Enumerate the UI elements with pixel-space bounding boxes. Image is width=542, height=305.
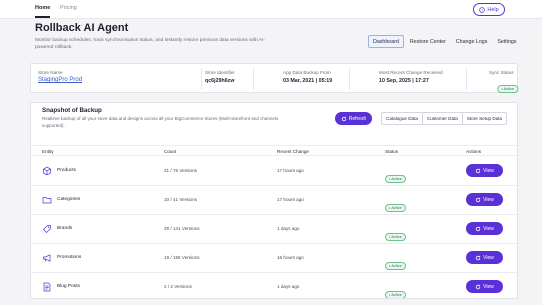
- status-dot-icon: •: [389, 206, 391, 210]
- snapshot-card: Snapshot of Backup Realtime backup of al…: [30, 102, 518, 299]
- table-row: Blog Posts 2 / 2 Versions 1 days ago • Ac…: [31, 273, 517, 298]
- store-identifier-label: Store Identifier: [205, 70, 235, 75]
- tab-settings[interactable]: Settings: [493, 35, 520, 48]
- divider: [201, 68, 202, 90]
- store-info-card: Store Name StagingPro Prod Store Identif…: [30, 63, 518, 93]
- refresh-icon: [475, 168, 481, 173]
- divider: [466, 68, 467, 90]
- store-name-label: Store Name: [38, 70, 63, 75]
- sync-status-label: Sync Status: [489, 70, 514, 75]
- sync-status-badge: • Active: [497, 77, 518, 95]
- recent-change-value: 10 Sep, 2025 | 17:27: [379, 78, 429, 84]
- megaphone-icon: [43, 254, 51, 262]
- status-dot-icon: •: [501, 87, 503, 91]
- status-badge: • Active: [385, 167, 406, 185]
- store-identifier-value: qc6j29h6zw: [205, 78, 235, 84]
- recent-change-label: Most Recent Change Received: [379, 70, 443, 75]
- snapshot-description: Realtime backup of all your store data a…: [42, 116, 279, 128]
- view-button[interactable]: View: [466, 280, 503, 293]
- version-count: 2 / 2 Versions: [164, 284, 192, 289]
- tab-dashboard[interactable]: Dashboard: [368, 35, 404, 48]
- view-button[interactable]: View: [466, 222, 503, 235]
- view-label: View: [483, 225, 494, 232]
- store-name-link[interactable]: StagingPro Prod: [38, 77, 82, 83]
- refresh-icon: [475, 284, 481, 289]
- refresh-button[interactable]: Refresh: [335, 112, 372, 125]
- column-actions: Actions: [466, 149, 482, 154]
- entity-name: Products: [57, 168, 76, 173]
- refresh-icon: [475, 226, 481, 231]
- view-button[interactable]: View: [466, 251, 503, 264]
- help-button[interactable]: ? Help: [473, 3, 505, 16]
- folder-icon: [42, 197, 52, 204]
- view-button[interactable]: View: [466, 164, 503, 177]
- recent-change: 17 hours ago: [277, 197, 304, 202]
- status-badge: • Active: [385, 283, 406, 298]
- view-label: View: [483, 254, 494, 261]
- nav-pricing-tab[interactable]: Pricing: [60, 5, 77, 11]
- top-nav: Home Pricing ? Help: [0, 0, 542, 19]
- table-row: Promotions 19 / 158 Versions 16 hours ag…: [31, 244, 517, 273]
- version-count: 29 / 141 Versions: [164, 226, 200, 231]
- table-row: Categories 10 / 41 Versions 17 hours ago…: [31, 186, 517, 215]
- help-label: Help: [487, 6, 499, 13]
- column-entity: Entity: [42, 149, 54, 154]
- table-row: Brands 29 / 141 Versions 1 days ago • Act…: [31, 215, 517, 244]
- tab-restore-center[interactable]: Restore Center: [406, 35, 450, 48]
- entity-name: Blog Posts: [57, 284, 80, 289]
- refresh-icon: [475, 255, 481, 260]
- help-icon: ?: [479, 6, 486, 13]
- segment-store-setup-data[interactable]: Store Setup Data: [463, 113, 506, 124]
- table-row: Products 21 / 75 Versions 17 hours ago •…: [31, 157, 517, 186]
- status-badge: • Active: [385, 254, 406, 272]
- version-count: 19 / 158 Versions: [164, 255, 200, 260]
- column-recent-change: Recent Change: [277, 149, 309, 154]
- data-type-segments: Catalogue Data Customer Data Store Setup…: [381, 112, 508, 125]
- entity-name: Brands: [57, 226, 73, 231]
- recent-change: 1 days ago: [277, 284, 300, 289]
- refresh-icon: [341, 116, 347, 121]
- table-header: Entity Count Recent Change Status Action…: [31, 145, 517, 156]
- segment-customer-data[interactable]: Customer Data: [423, 113, 463, 124]
- backup-from-value: 03 Mar, 2021 | 05:19: [283, 78, 333, 84]
- segment-catalogue-data[interactable]: Catalogue Data: [382, 113, 423, 124]
- version-count: 10 / 41 Versions: [164, 197, 197, 202]
- box-icon: [43, 166, 51, 176]
- tag-icon: [43, 225, 51, 233]
- status-badge: • Active: [385, 225, 406, 243]
- view-label: View: [483, 196, 494, 203]
- version-count: 21 / 75 Versions: [164, 168, 197, 173]
- recent-change: 1 days ago: [277, 226, 300, 231]
- status-badge: • Active: [385, 196, 406, 214]
- recent-change: 16 hours ago: [277, 255, 304, 260]
- page-description: Monitor backup schedules, track synchron…: [35, 38, 265, 50]
- tab-change-logs[interactable]: Change Logs: [452, 35, 492, 48]
- page-title: Rollback AI Agent: [35, 22, 129, 34]
- backup-from-label: App Data Backup From: [283, 70, 331, 75]
- column-count: Count: [164, 149, 177, 154]
- entity-name: Promotions: [57, 255, 82, 260]
- active-tab-indicator: [35, 16, 50, 18]
- view-button[interactable]: View: [466, 193, 503, 206]
- svg-text:?: ?: [481, 8, 483, 12]
- divider: [253, 68, 254, 90]
- divider: [349, 68, 350, 90]
- snapshot-title: Snapshot of Backup: [42, 107, 102, 114]
- recent-change: 17 hours ago: [277, 168, 304, 173]
- status-dot-icon: •: [389, 235, 391, 239]
- refresh-label: Refresh: [348, 115, 367, 122]
- nav-home-tab[interactable]: Home: [35, 5, 50, 11]
- status-dot-icon: •: [389, 293, 391, 297]
- entity-name: Categories: [57, 197, 81, 202]
- view-label: View: [483, 283, 494, 290]
- view-label: View: [483, 167, 494, 174]
- status-dot-icon: •: [389, 177, 391, 181]
- document-icon: [43, 282, 51, 292]
- section-tabs: Dashboard Restore Center Change Logs Set…: [368, 35, 521, 48]
- column-status: Status: [385, 149, 399, 154]
- refresh-icon: [475, 197, 481, 202]
- status-dot-icon: •: [389, 264, 391, 268]
